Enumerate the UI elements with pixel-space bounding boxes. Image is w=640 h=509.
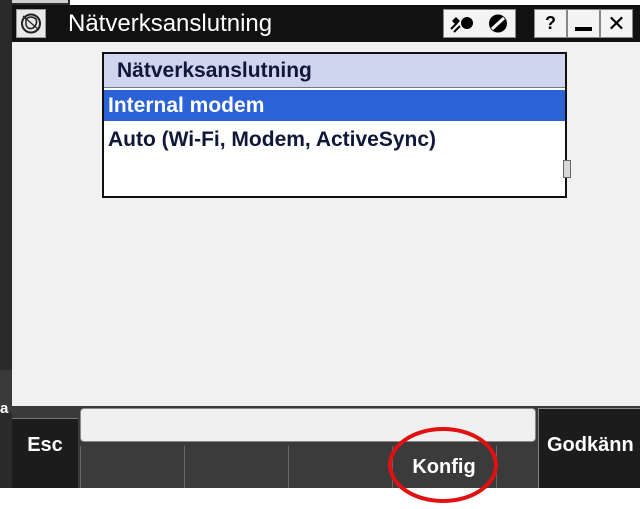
close-button[interactable]: ✕ bbox=[600, 9, 633, 38]
top-left-tab-inner bbox=[12, 0, 68, 3]
softkey-empty-5[interactable] bbox=[496, 446, 536, 488]
accept-button-label: Godkänn bbox=[547, 434, 634, 456]
minimize-button[interactable] bbox=[567, 9, 600, 38]
help-button[interactable]: ? bbox=[534, 9, 567, 38]
status-field bbox=[80, 408, 536, 442]
list-header-label: Nätverksanslutning bbox=[117, 59, 312, 82]
list-scrollbar[interactable] bbox=[563, 160, 571, 178]
rose-logo-icon[interactable] bbox=[16, 9, 46, 38]
block-icon[interactable] bbox=[480, 9, 516, 38]
softkey-empty-3[interactable] bbox=[288, 446, 392, 488]
left-side-button-label: a bbox=[0, 400, 9, 417]
gps-satellite-icon[interactable] bbox=[443, 9, 479, 38]
esc-button-label: Esc bbox=[27, 434, 63, 456]
list-item-label[interactable]: Internal modem bbox=[108, 90, 264, 121]
softkey-empty-2[interactable] bbox=[184, 446, 288, 488]
list-item-auto[interactable]: Auto (Wi-Fi, Modem, ActiveSync) bbox=[108, 124, 436, 155]
bottom-margin bbox=[0, 488, 640, 509]
softkey-empty-1[interactable] bbox=[80, 446, 184, 488]
konfig-button-label: Konfig bbox=[412, 456, 476, 478]
left-frame bbox=[0, 0, 12, 509]
window-title: Nätverksanslutning bbox=[68, 10, 273, 37]
